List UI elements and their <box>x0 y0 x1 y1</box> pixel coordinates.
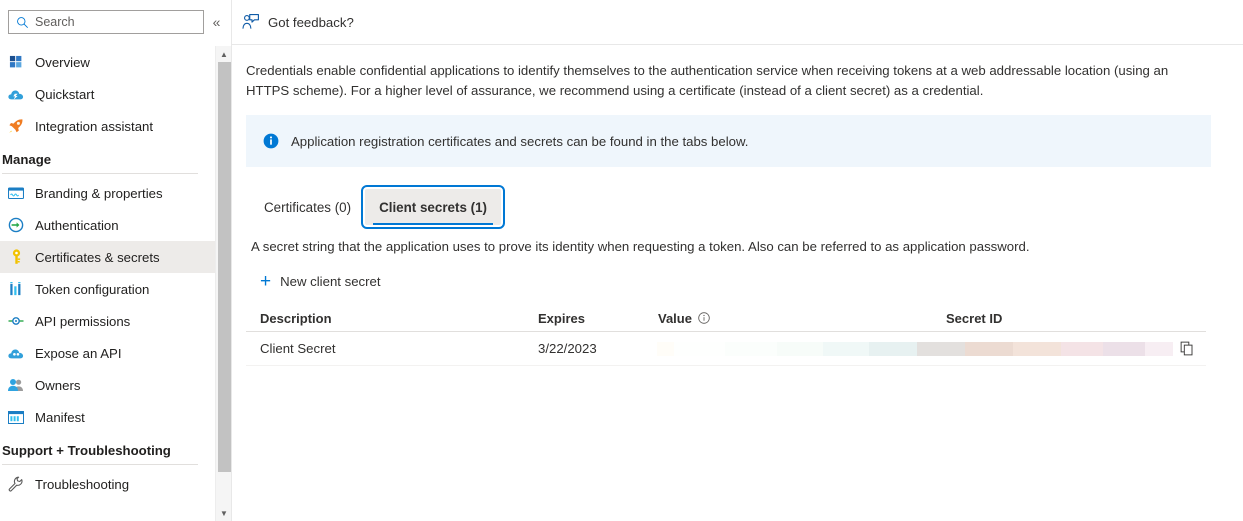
command-bar: + New client secret <box>260 272 1231 291</box>
sidebar-item-label: Owners <box>35 377 81 393</box>
sidebar: « Overview <box>0 0 232 521</box>
sidebar-item-authentication[interactable]: Authentication <box>0 209 216 241</box>
cell-copy-action <box>1172 341 1202 356</box>
sidebar-item-label: API permissions <box>35 313 131 329</box>
token-bars-icon <box>5 280 27 298</box>
sidebar-item-label: Manifest <box>35 409 85 425</box>
sidebar-item-label: Quickstart <box>35 86 95 102</box>
got-feedback-button[interactable]: Got feedback? <box>242 14 354 30</box>
sidebar-item-api-permissions[interactable]: API permissions <box>0 305 216 337</box>
sidebar-item-expose-an-api[interactable]: Expose an API <box>0 337 216 369</box>
search-box[interactable] <box>8 10 204 34</box>
sidebar-item-token-configuration[interactable]: Token configuration <box>0 273 216 305</box>
sidebar-item-label: Branding & properties <box>35 185 163 201</box>
overview-grid-icon <box>5 53 27 71</box>
scroll-up-arrow-icon[interactable]: ▲ <box>216 46 232 62</box>
scrollbar-thumb[interactable] <box>218 62 231 472</box>
tab-certificates[interactable]: Certificates (0) <box>250 189 365 225</box>
new-client-secret-label: New client secret <box>280 274 381 289</box>
authentication-arrow-icon <box>5 216 27 234</box>
column-header-expires[interactable]: Expires <box>538 311 658 326</box>
sidebar-section-support-troubleshooting: Support + Troubleshooting <box>2 443 171 458</box>
sidebar-item-certificates-secrets[interactable]: Certificates & secrets <box>0 241 216 273</box>
chevron-double-left-icon: « <box>212 14 221 30</box>
sidebar-item-branding-properties[interactable]: Branding & properties <box>0 177 216 209</box>
sidebar-item-label: Overview <box>35 54 90 70</box>
quickstart-cloud-icon <box>5 85 27 103</box>
sidebar-item-label: Integration assistant <box>35 118 154 134</box>
sidebar-item-label: Certificates & secrets <box>35 249 160 265</box>
credentials-description: Credentials enable confidential applicat… <box>246 63 1169 98</box>
person-feedback-icon <box>242 14 259 30</box>
sidebar-item-label: Troubleshooting <box>35 476 130 492</box>
cell-expires: 3/22/2023 <box>538 341 597 356</box>
new-client-secret-button[interactable]: + New client secret <box>260 272 381 291</box>
copy-icon <box>1180 341 1192 356</box>
column-header-value[interactable]: Value <box>658 311 946 326</box>
table-header-row: Description Expires Value Secret ID <box>246 305 1206 332</box>
redacted-value-blur <box>657 341 1174 356</box>
client-secrets-table: Description Expires Value Secret ID Clie… <box>246 305 1206 366</box>
main-content: Got feedback? Credentials enable confide… <box>232 0 1243 521</box>
tab-client-secrets[interactable]: Client secrets (1) <box>361 185 505 229</box>
sidebar-divider <box>2 173 198 174</box>
info-banner-text: Application registration certificates an… <box>291 133 749 149</box>
copy-to-clipboard-button[interactable] <box>1180 341 1195 356</box>
client-secrets-description: A secret string that the application use… <box>251 239 1030 254</box>
sidebar-divider <box>2 464 198 465</box>
branding-card-icon <box>5 184 27 202</box>
manifest-icon <box>5 408 27 426</box>
sidebar-item-overview[interactable]: Overview <box>0 46 216 78</box>
search-icon <box>16 16 29 29</box>
table-row[interactable]: Client Secret 3/22/2023 <box>246 332 1206 366</box>
collapse-sidebar-button[interactable]: « <box>210 11 223 33</box>
sidebar-item-owners[interactable]: Owners <box>0 369 216 401</box>
column-header-value-label: Value <box>658 310 692 326</box>
sidebar-item-label: Token configuration <box>35 281 150 297</box>
sidebar-item-manifest[interactable]: Manifest <box>0 401 216 433</box>
sidebar-item-label: Expose an API <box>35 345 122 361</box>
column-header-secret-id[interactable]: Secret ID <box>946 311 1172 326</box>
key-icon <box>5 248 27 266</box>
sidebar-section-manage: Manage <box>2 152 52 167</box>
info-icon <box>263 133 279 149</box>
wrench-icon <box>5 475 27 493</box>
scroll-down-arrow-icon[interactable]: ▼ <box>216 505 232 521</box>
owners-people-icon <box>5 376 27 394</box>
info-banner: Application registration certificates an… <box>246 115 1211 167</box>
sidebar-nav: Overview Quickstart Integration assistan… <box>0 46 216 521</box>
app-root: « Overview <box>0 0 1243 521</box>
plus-icon: + <box>260 271 272 292</box>
cell-value-redacted <box>657 341 1174 356</box>
column-header-description[interactable]: Description <box>260 311 538 326</box>
feedback-bar: Got feedback? <box>232 0 1243 45</box>
sidebar-item-troubleshooting[interactable]: Troubleshooting <box>0 468 216 500</box>
sidebar-item-integration-assistant[interactable]: Integration assistant <box>0 110 216 142</box>
info-circle-icon[interactable] <box>698 312 710 324</box>
sidebar-scrollbar[interactable]: ▲ ▼ <box>215 46 231 521</box>
cell-description: Client Secret <box>260 341 336 356</box>
content-body: Credentials enable confidential applicat… <box>232 45 1243 366</box>
rocket-icon <box>5 117 27 135</box>
tab-list: Certificates (0) Client secrets (1) <box>246 181 1231 229</box>
sidebar-item-label: Authentication <box>35 217 119 233</box>
api-permissions-icon <box>5 312 27 330</box>
sidebar-search-row: « <box>0 0 231 41</box>
search-input[interactable] <box>35 13 185 31</box>
expose-api-cloud-icon <box>5 344 27 362</box>
got-feedback-label: Got feedback? <box>268 14 354 30</box>
sidebar-item-quickstart[interactable]: Quickstart <box>0 78 216 110</box>
